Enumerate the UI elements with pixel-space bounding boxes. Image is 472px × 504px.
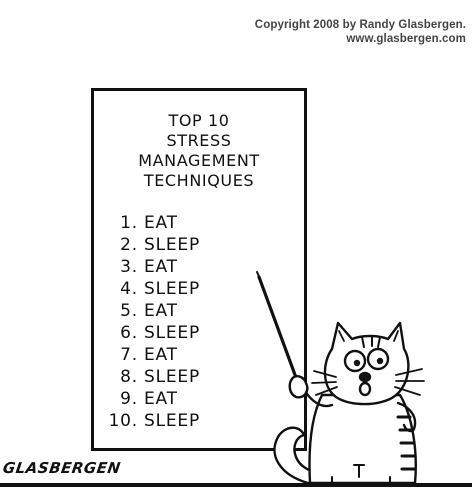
cat-mouth xyxy=(358,381,372,397)
cat-tail xyxy=(273,426,316,485)
list-item-number: 8. xyxy=(120,367,138,387)
list-item: 2. SLEEP xyxy=(94,234,304,256)
artist-signature: GLASBERGEN xyxy=(1,459,122,477)
list-item-text: EAT xyxy=(144,345,178,365)
list-item-number: 10. xyxy=(108,411,138,431)
cat-pupil-left xyxy=(353,359,361,367)
list-item-text: EAT xyxy=(144,301,178,321)
cartoon-canvas: Copyright 2008 by Randy Glasbergen. www.… xyxy=(0,0,472,504)
board-title-line-2: STRESS xyxy=(166,131,232,150)
list-item-text: EAT xyxy=(144,213,178,233)
list-item-text: SLEEP xyxy=(144,279,200,299)
cat-pupil-right xyxy=(376,357,384,365)
cat-presenter xyxy=(256,271,425,485)
list-item: 1. EAT xyxy=(94,212,304,234)
list-item-number: 3. xyxy=(120,257,138,277)
list-item-number: 4. xyxy=(120,279,138,299)
list-item-number: 6. xyxy=(120,323,138,343)
cat-body xyxy=(308,393,417,485)
list-item-number: 2. xyxy=(120,235,138,255)
list-item-number: 5. xyxy=(120,301,138,321)
list-item-text: EAT xyxy=(144,257,178,277)
list-item-text: SLEEP xyxy=(144,235,200,255)
cat-paw xyxy=(288,375,309,399)
list-item-number: 7. xyxy=(120,345,138,365)
list-item-text: SLEEP xyxy=(144,367,200,387)
board-title-line-1: TOP 10 xyxy=(168,111,230,130)
pointer-stick xyxy=(257,275,300,385)
list-item-text: SLEEP xyxy=(144,411,200,431)
list-item-number: 9. xyxy=(120,389,138,409)
cat-nose xyxy=(358,371,372,383)
website-line: www.glasbergen.com xyxy=(346,33,466,45)
list-item-text: EAT xyxy=(144,389,178,409)
ground-line xyxy=(0,483,472,487)
list-item-number: 1. xyxy=(120,213,138,233)
board-title-line-3: MANAGEMENT xyxy=(138,151,260,170)
board-title-line-4: TECHNIQUES xyxy=(143,171,255,190)
copyright-line: Copyright 2008 by Randy Glasbergen. xyxy=(254,19,466,31)
list-item-text: SLEEP xyxy=(144,323,200,343)
